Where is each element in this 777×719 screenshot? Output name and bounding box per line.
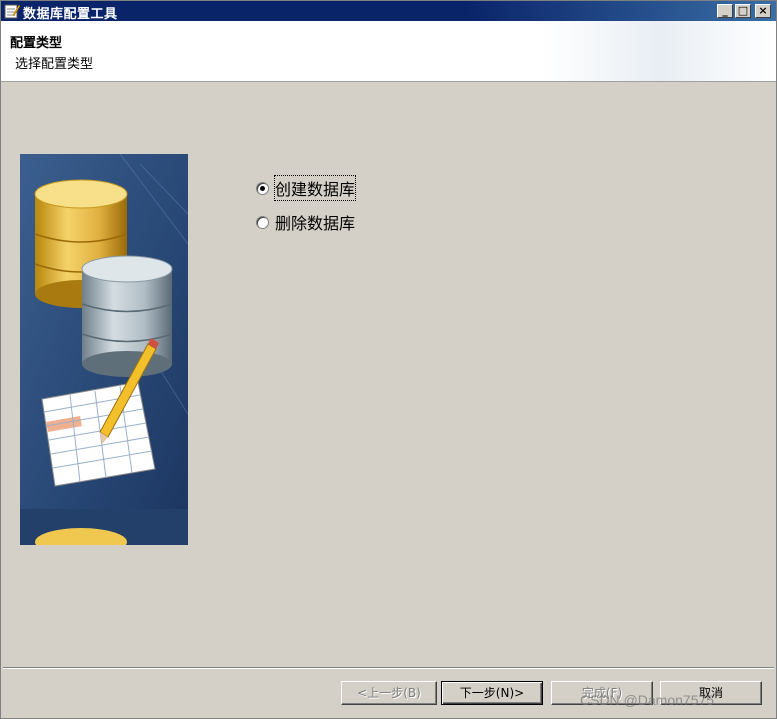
minimize-button[interactable]: _ xyxy=(717,4,733,18)
option-create-database[interactable]: 创建数据库 xyxy=(256,175,357,201)
app-icon xyxy=(4,4,20,19)
wizard-header: 配置类型 选择配置类型 xyxy=(1,21,776,82)
page-title: 配置类型 xyxy=(10,36,63,51)
footer-divider xyxy=(3,667,774,669)
title-bar[interactable]: 数据库配置工具 _ □ × xyxy=(1,1,776,22)
minimize-icon: _ xyxy=(722,4,728,17)
watermark: CSDN @Damon7575 xyxy=(580,692,715,708)
maximize-button[interactable]: □ xyxy=(735,4,751,18)
close-icon: × xyxy=(758,4,768,17)
option-delete-database[interactable]: 删除数据库 xyxy=(256,210,355,234)
maximize-icon: □ xyxy=(737,4,749,17)
back-button[interactable]: <上一步(B) xyxy=(341,681,437,705)
radio-delete-database[interactable] xyxy=(256,215,269,229)
page-subtitle: 选择配置类型 xyxy=(15,57,94,72)
window-title: 数据库配置工具 xyxy=(23,7,118,22)
radio-create-database[interactable] xyxy=(256,181,269,195)
option-label-delete[interactable]: 删除数据库 xyxy=(275,210,355,234)
wizard-window: 数据库配置工具 _ □ × 配置类型 选择配置类型 创建数据库 删除数据库 <上… xyxy=(0,0,777,719)
next-button[interactable]: 下一步(N)> xyxy=(441,681,543,705)
database-illustration xyxy=(20,154,188,545)
option-label-create[interactable]: 创建数据库 xyxy=(273,175,357,201)
close-button[interactable]: × xyxy=(755,4,771,18)
